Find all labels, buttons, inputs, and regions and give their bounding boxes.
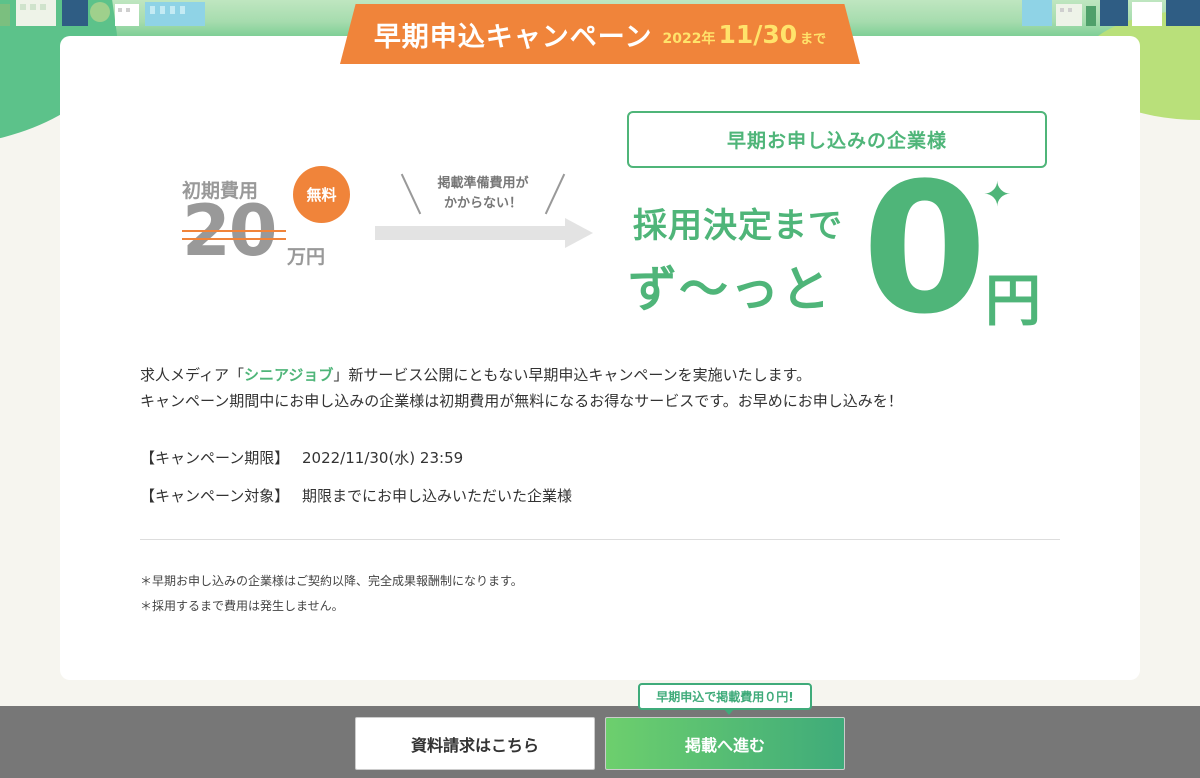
campaign-target-value: 期限までにお申し込みいただいた企業様	[302, 487, 573, 505]
campaign-ribbon: 早期申込キャンペーン 2022年 11/30 まで	[340, 4, 860, 64]
arrow-note: 掲載準備費用が かからない！	[400, 172, 566, 216]
arrow-head	[565, 218, 593, 248]
campaign-period-row: 【キャンペーン期限】 2022/11/30(水) 23:59	[140, 447, 463, 468]
arrow-note-text: 掲載準備費用が かからない！	[420, 174, 546, 214]
campaign-month-day: 11/30	[718, 19, 798, 49]
description-line2: キャンペーン期間中にお申し込みの企業様は初期費用が無料になるお得なサービスです。…	[140, 392, 903, 410]
description-suffix: 」新サービス公開にともない早期申込キャンペーンを実施いたします。	[333, 366, 812, 384]
proceed-to-posting-button[interactable]: 掲載へ進む	[605, 717, 845, 770]
request-document-button[interactable]: 資料請求はこちら	[355, 717, 595, 770]
arrow-note-line1: 掲載準備費用が	[437, 176, 529, 191]
initial-cost: 初期費用 20 万円	[182, 176, 325, 268]
campaign-description: 求人メディア「シニアジョブ」新サービス公開にともない早期申込キャンペーンを実施い…	[140, 362, 903, 414]
strikethrough-line	[182, 230, 286, 232]
note-slash-right	[544, 173, 566, 215]
promo-line2: ず〜っと	[628, 261, 833, 318]
promo-line1: 採用決定まで	[633, 206, 843, 246]
promo-yen: 円	[985, 269, 1041, 334]
campaign-period-label: 【キャンペーン期限】	[140, 449, 290, 467]
early-bird-bubble: 早期申込で掲載費用０円!	[638, 683, 812, 715]
campaign-period-value: 2022/11/30(水) 23:59	[302, 449, 464, 467]
scenery-buildings-right	[1022, 0, 1200, 26]
scenery-buildings-left	[0, 0, 205, 26]
bottom-action-bar	[0, 706, 1200, 778]
description-line1: 求人メディア「シニアジョブ」新サービス公開にともない早期申込キャンペーンを実施い…	[140, 362, 903, 388]
arrow-shaft	[375, 226, 567, 240]
campaign-until: まで	[800, 31, 827, 47]
campaign-title: 早期申込キャンペーン	[373, 21, 653, 53]
right-arrow-icon	[375, 218, 593, 248]
brand-name: シニアジョブ	[243, 366, 334, 384]
promo-zero: 0	[862, 145, 988, 354]
strikethrough-line	[182, 238, 286, 240]
description-prefix: 求人メディア「	[140, 366, 244, 384]
divider	[140, 539, 1060, 540]
fine-print-note: ＊早期お申し込みの企業様はご契約以降、完全成果報酬制になります。	[140, 574, 523, 588]
initial-cost-unit: 万円	[287, 246, 326, 268]
campaign-target-row: 【キャンペーン対象】 期限までにお申し込みいただいた企業様	[140, 485, 572, 506]
free-badge: 無料	[293, 166, 350, 223]
sparkle-icon: ✦	[983, 175, 1012, 215]
campaign-target-label: 【キャンペーン対象】	[140, 487, 290, 505]
note-slash-left	[400, 173, 422, 215]
campaign-year: 2022年	[662, 30, 716, 47]
arrow-note-line2: かからない！	[443, 196, 522, 211]
campaign-deadline: 2022年 11/30 まで	[662, 20, 826, 49]
fine-print-note: ＊採用するまで費用は発生しません。	[140, 599, 344, 613]
